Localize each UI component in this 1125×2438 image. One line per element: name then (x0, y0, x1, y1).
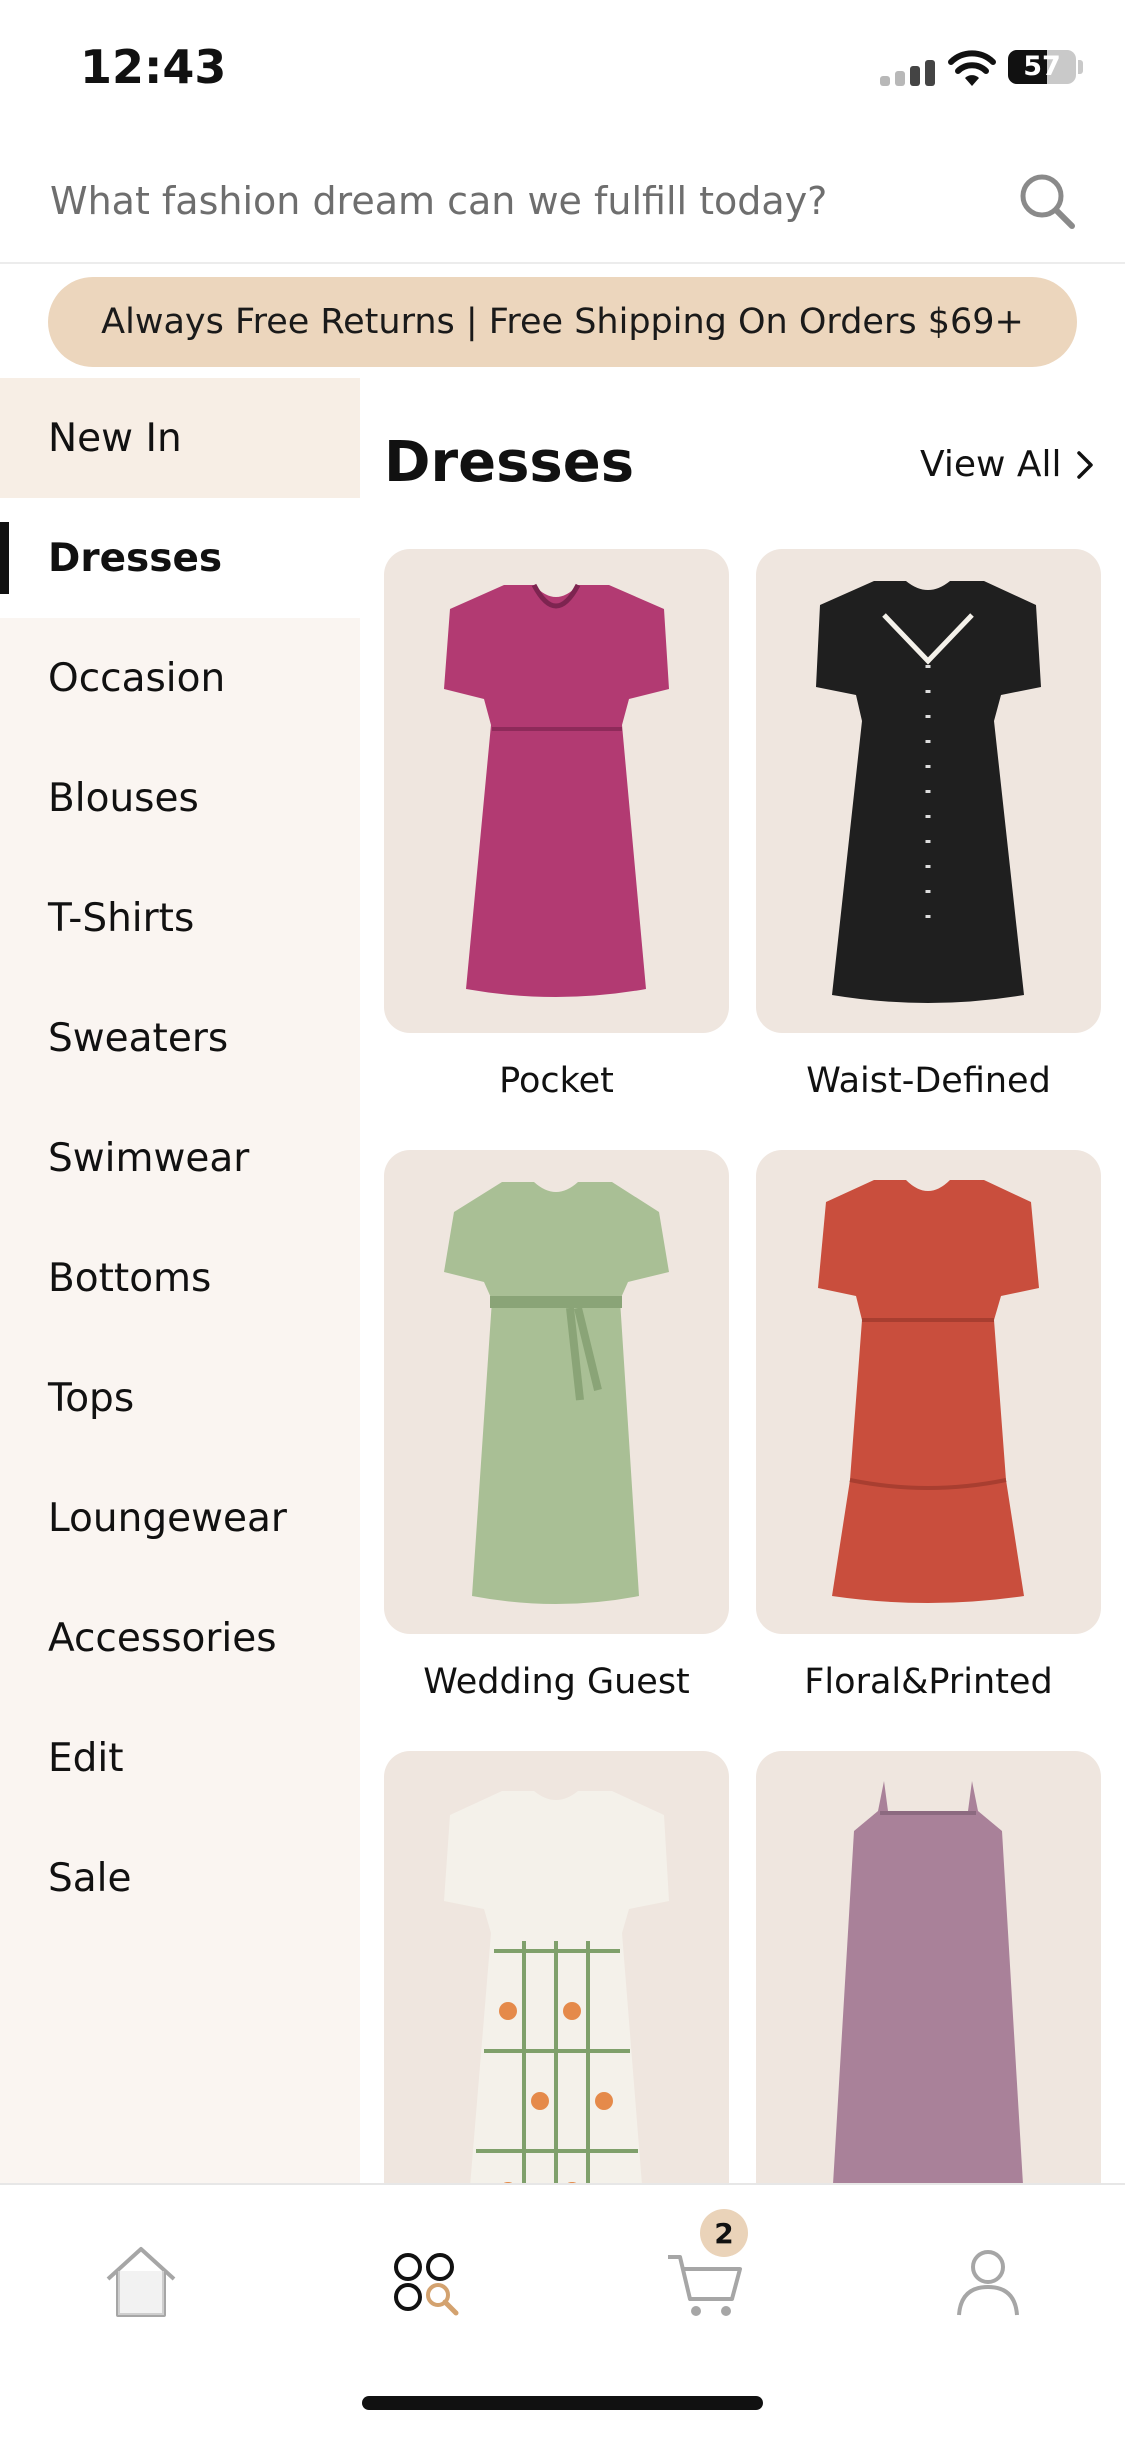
cart-badge: 2 (700, 2209, 748, 2257)
sidebar-item-edit[interactable]: Edit (0, 1698, 360, 1818)
sidebar-item-label: Bottoms (48, 1255, 212, 1301)
battery-level: 57 (1023, 51, 1061, 82)
chevron-right-icon (1076, 450, 1093, 479)
wifi-icon (948, 50, 996, 86)
dress-image (756, 1751, 1101, 2183)
sidebar-item-label: Tops (48, 1375, 135, 1421)
profile-icon[interactable] (943, 2237, 1033, 2327)
search-icon[interactable] (1012, 166, 1082, 236)
promo-banner[interactable]: Always Free Returns | Free Shipping On O… (48, 277, 1077, 367)
category-content: Dresses View All Pocket Waist-Defined We… (360, 378, 1125, 2183)
sidebar-item-blouses[interactable]: Blouses (0, 738, 360, 858)
sidebar-item-label: Sweaters (48, 1015, 229, 1061)
signal-icon (880, 60, 936, 86)
status-bar: 12:43 57 (0, 0, 1125, 140)
category-sidebar: New In Dresses Occasion Blouses T-Shirts… (0, 378, 360, 2183)
sidebar-item-tops[interactable]: Tops (0, 1338, 360, 1458)
subcategory-label: Waist-Defined (806, 1061, 1051, 1101)
search-input[interactable] (48, 168, 972, 234)
sidebar-item-label: Blouses (48, 775, 199, 821)
subcategory-card-wedding-guest[interactable]: Wedding Guest (384, 1150, 729, 1702)
subcategory-card-floral-printed[interactable]: Floral&Printed (756, 1150, 1101, 1702)
sidebar-item-loungewear[interactable]: Loungewear (0, 1458, 360, 1578)
sidebar-item-accessories[interactable]: Accessories (0, 1578, 360, 1698)
sidebar-item-t-shirts[interactable]: T-Shirts (0, 858, 360, 978)
subcategory-label: Pocket (499, 1061, 614, 1101)
dress-image (756, 549, 1101, 1033)
active-indicator (0, 522, 9, 594)
subcategory-card[interactable] (384, 1751, 729, 2183)
dress-image (384, 1751, 729, 2183)
category-icon[interactable] (380, 2237, 470, 2327)
sidebar-item-label: Accessories (48, 1615, 277, 1661)
sidebar-item-swimwear[interactable]: Swimwear (0, 1098, 360, 1218)
subcategory-card-waist-defined[interactable]: Waist-Defined (756, 549, 1101, 1101)
sidebar-item-bottoms[interactable]: Bottoms (0, 1218, 360, 1338)
search-bar (0, 140, 1125, 264)
subcategory-label: Floral&Printed (804, 1662, 1053, 1702)
sidebar-item-label: Edit (48, 1735, 124, 1781)
subcategory-label: Wedding Guest (423, 1662, 690, 1702)
view-all-label: View All (920, 444, 1062, 485)
dress-image (384, 549, 729, 1033)
battery-icon: 57 (1008, 50, 1076, 84)
sidebar-item-label: Dresses (48, 535, 223, 581)
view-all-link[interactable]: View All (920, 444, 1094, 485)
sidebar-item-new-in[interactable]: New In (0, 378, 360, 498)
sidebar-item-label: Swimwear (48, 1135, 250, 1181)
home-icon[interactable] (96, 2237, 186, 2327)
subcategory-card[interactable] (756, 1751, 1101, 2183)
dress-image (384, 1150, 729, 1634)
dress-image (756, 1150, 1101, 1634)
home-indicator (362, 2396, 763, 2410)
sidebar-item-label: T-Shirts (48, 895, 195, 941)
sidebar-item-label: New In (48, 415, 182, 461)
promo-banner-text: Always Free Returns | Free Shipping On O… (101, 302, 1024, 342)
sidebar-item-sweaters[interactable]: Sweaters (0, 978, 360, 1098)
sidebar-item-label: Occasion (48, 655, 226, 701)
sidebar-item-label: Sale (48, 1855, 132, 1901)
sidebar-item-label: Loungewear (48, 1495, 287, 1541)
sidebar-item-sale[interactable]: Sale (0, 1818, 360, 1938)
subcategory-card-pocket[interactable]: Pocket (384, 549, 729, 1101)
status-time: 12:43 (80, 40, 227, 94)
sidebar-item-occasion[interactable]: Occasion (0, 618, 360, 738)
section-title: Dresses (384, 430, 635, 495)
sidebar-item-dresses[interactable]: Dresses (0, 498, 360, 618)
